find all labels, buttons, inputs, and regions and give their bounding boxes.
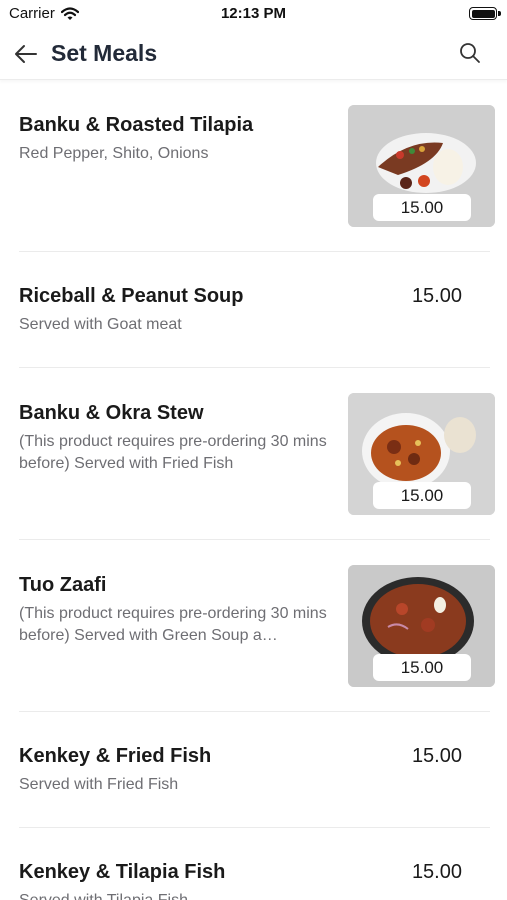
list-item[interactable]: Kenkey & Fried Fish Served with Fried Fi…: [19, 745, 490, 796]
divider: [19, 539, 490, 540]
arrow-left-icon: [15, 45, 37, 63]
search-button[interactable]: [457, 40, 483, 66]
list-item[interactable]: Kenkey & Tilapia Fish Served with Tilapi…: [19, 861, 490, 900]
divider: [19, 711, 490, 712]
search-icon: [460, 43, 480, 63]
image-price-badge: 15.00: [373, 194, 471, 221]
item-description: (This product requires pre-ordering 30 m…: [19, 605, 327, 644]
image-price-badge: 15.00: [373, 482, 471, 509]
item-image[interactable]: 15.00: [348, 105, 495, 227]
item-description: Served with Tilapia Fish: [19, 890, 331, 900]
item-description: (This product requires pre-ordering 30 m…: [19, 433, 327, 472]
status-time: 12:13 PM: [220, 5, 287, 22]
list-item[interactable]: Riceball & Peanut Soup Served with Goat …: [19, 285, 490, 336]
back-button[interactable]: [12, 40, 40, 68]
item-description: Red Pepper, Shito, Onions: [19, 145, 209, 162]
status-bar: Carrier 12:13 PM: [0, 0, 507, 30]
divider: [19, 367, 490, 368]
item-price: 15.00: [411, 861, 462, 883]
item-description: Served with Goat meat: [19, 316, 182, 333]
nav-bar: Set Meals: [0, 30, 507, 80]
meal-list: Banku & Roasted Tilapia Red Pepper, Shit…: [0, 82, 507, 900]
item-description: Served with Fried Fish: [19, 776, 179, 793]
divider: [19, 251, 490, 252]
image-price-badge: 15.00: [373, 654, 471, 681]
item-price: 15.00: [411, 745, 462, 767]
divider: [19, 827, 490, 828]
item-image[interactable]: 15.00: [348, 565, 495, 687]
item-price: 15.00: [411, 285, 462, 307]
item-image[interactable]: 15.00: [348, 393, 495, 515]
battery-icon: [469, 7, 501, 20]
page-title: Set Meals: [51, 40, 158, 66]
